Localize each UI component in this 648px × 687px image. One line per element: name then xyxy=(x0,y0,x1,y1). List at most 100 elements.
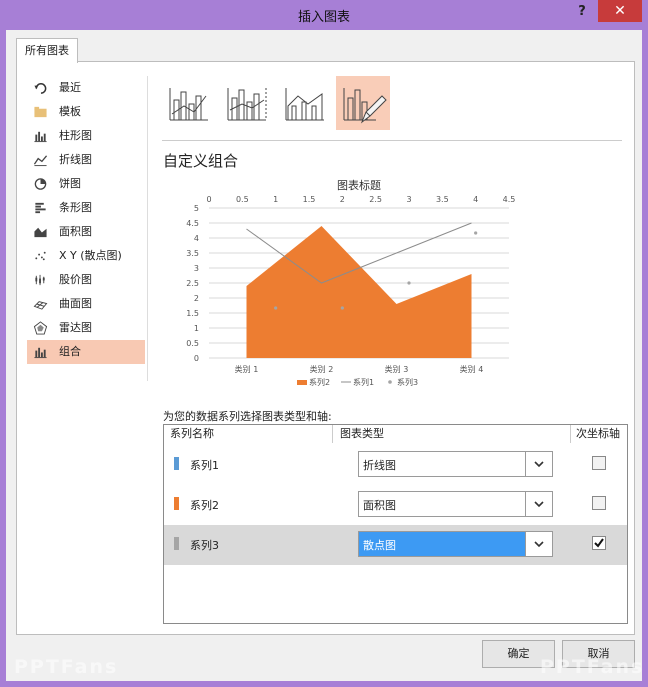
chart-type-value: 散点图 xyxy=(363,539,396,552)
category-tick-label: 类别 2 xyxy=(310,364,334,374)
dropdown-arrow-button[interactable] xyxy=(525,452,552,476)
bar-chart-icon xyxy=(35,202,46,214)
sidebar-item-label: X Y (散点图) xyxy=(59,249,122,262)
watermark-right: PPTFans xyxy=(540,656,645,678)
radar-chart-icon xyxy=(33,321,48,335)
sidebar-item[interactable]: 饼图 xyxy=(27,172,145,196)
dropdown-arrow-button[interactable] xyxy=(525,492,552,516)
area-series-shape xyxy=(246,226,472,358)
sidebar-item[interactable]: 股价图 xyxy=(27,268,145,292)
line-chart-icon xyxy=(33,155,48,167)
series-row[interactable]: 系列1 折线图 xyxy=(164,445,627,485)
combo-stacked-area-column-button[interactable] xyxy=(278,76,332,130)
combo-column-line-secondary-button[interactable] xyxy=(220,76,274,130)
chart-preview-svg: 图表标题00.511.522.533.544.55012345600.511.5… xyxy=(186,178,522,387)
area-chart-icon xyxy=(34,227,47,238)
chart-type-value: 面积图 xyxy=(363,499,396,512)
x-top-tick-label: 2 xyxy=(340,195,345,204)
y-left-tick-label: 2.5 xyxy=(186,279,199,288)
sidebar-item-label: 组合 xyxy=(59,345,81,358)
sidebar-item[interactable]: 模板 xyxy=(27,100,145,124)
recent-icon xyxy=(34,83,47,94)
chart-type-dropdown[interactable]: 折线图 xyxy=(358,451,553,477)
secondary-axis-checkbox[interactable] xyxy=(592,496,606,510)
sidebar-divider xyxy=(147,76,148,381)
sidebar-item[interactable]: 曲面图 xyxy=(27,292,145,316)
series-color-swatch xyxy=(174,537,179,550)
y-left-tick-label: 3.5 xyxy=(186,249,199,258)
sidebar-item-label: 最近 xyxy=(59,81,81,94)
sidebar-item-label: 折线图 xyxy=(59,153,92,166)
combo-column-line-secondary-icon xyxy=(227,88,267,121)
secondary-axis-checkbox[interactable] xyxy=(592,456,606,470)
chart-preview: 图表标题00.511.522.533.544.55012345600.511.5… xyxy=(157,174,522,404)
x-top-tick-label: 1.5 xyxy=(303,195,316,204)
stock-chart-icon xyxy=(35,274,45,286)
col-divider xyxy=(570,425,571,443)
combo-area-column-icon xyxy=(285,88,324,121)
series-color-swatch xyxy=(174,497,179,510)
close-button[interactable]: ✕ xyxy=(598,0,642,22)
watermark-left: PPTFans xyxy=(14,656,119,678)
dropdown-arrow-button[interactable] xyxy=(525,532,552,556)
y-left-tick-label: 0.5 xyxy=(186,339,199,348)
chart-type-value: 折线图 xyxy=(363,459,396,472)
category-tick-label: 类别 1 xyxy=(235,364,259,374)
sidebar-item[interactable]: 组合 xyxy=(27,340,145,364)
sidebar-item-label: 柱形图 xyxy=(59,129,92,142)
scatter-point xyxy=(474,231,478,235)
combo-clustered-column-line-button[interactable] xyxy=(162,76,216,130)
legend-label: 系列3 xyxy=(397,377,418,387)
series-row[interactable]: 系列3 散点图 xyxy=(164,525,627,565)
x-top-tick-label: 1 xyxy=(273,195,278,204)
sidebar-item[interactable]: 面积图 xyxy=(27,220,145,244)
series-instructions: 为您的数据系列选择图表类型和轴: xyxy=(163,410,332,423)
column-chart-icon xyxy=(34,131,47,143)
sidebar-item-label: 雷达图 xyxy=(59,321,92,334)
x-top-tick-label: 2.5 xyxy=(369,195,382,204)
y-left-tick-label: 2 xyxy=(194,294,199,303)
sidebar-item[interactable]: X Y (散点图) xyxy=(27,244,145,268)
series-color-swatch xyxy=(174,457,179,470)
col-header-secondary-axis: 次坐标轴 xyxy=(576,427,620,440)
sidebar-item-label: 条形图 xyxy=(59,201,92,214)
x-top-tick-label: 0 xyxy=(206,195,211,204)
chevron-down-icon xyxy=(534,501,544,508)
help-button[interactable]: ? xyxy=(574,4,590,22)
combo-chart-icon xyxy=(34,347,47,359)
secondary-axis-checkbox[interactable] xyxy=(592,536,606,550)
chevron-down-icon xyxy=(534,461,544,468)
sidebar-item-label: 面积图 xyxy=(59,225,92,238)
series-name: 系列2 xyxy=(190,499,219,512)
scatter-chart-icon xyxy=(35,251,46,261)
chart-type-dropdown[interactable]: 面积图 xyxy=(358,491,553,517)
chart-type-dropdown[interactable]: 散点图 xyxy=(358,531,553,557)
title-bar: 插入图表 ? ✕ xyxy=(0,0,648,30)
sidebar-item-label: 模板 xyxy=(59,105,81,118)
series-name: 系列3 xyxy=(190,539,219,552)
scatter-point xyxy=(407,281,411,285)
legend-label: 系列1 xyxy=(353,377,374,387)
tab-all-charts[interactable]: 所有图表 xyxy=(16,38,78,63)
sidebar-item[interactable]: 折线图 xyxy=(27,148,145,172)
chart-category-list: 最近模板柱形图折线图饼图条形图面积图 X Y (散点图) 股价图曲面图雷达图组合 xyxy=(27,76,145,364)
scatter-point xyxy=(340,306,344,310)
y-left-tick-label: 1 xyxy=(194,324,199,333)
sidebar-item[interactable]: 最近 xyxy=(27,76,145,100)
sidebar-item-label: 曲面图 xyxy=(59,297,92,310)
series-row[interactable]: 系列2 面积图 xyxy=(164,485,627,525)
combo-custom-button[interactable] xyxy=(336,76,390,130)
sidebar-item[interactable]: 柱形图 xyxy=(27,124,145,148)
pie-chart-icon xyxy=(34,178,47,190)
chart-title: 图表标题 xyxy=(337,178,381,192)
x-top-tick-label: 3.5 xyxy=(436,195,449,204)
scatter-point xyxy=(274,306,278,310)
col-divider xyxy=(332,425,333,443)
series-grid: 系列名称 图表类型 次坐标轴 系列1 折线图 系列2 面积图 系列3 散点图 xyxy=(163,424,628,624)
sidebar-item[interactable]: 条形图 xyxy=(27,196,145,220)
x-top-tick-label: 0.5 xyxy=(236,195,249,204)
y-left-tick-label: 1.5 xyxy=(186,309,199,318)
sidebar-item[interactable]: 雷达图 xyxy=(27,316,145,340)
category-tick-label: 类别 3 xyxy=(385,364,409,374)
type-divider xyxy=(162,140,622,141)
